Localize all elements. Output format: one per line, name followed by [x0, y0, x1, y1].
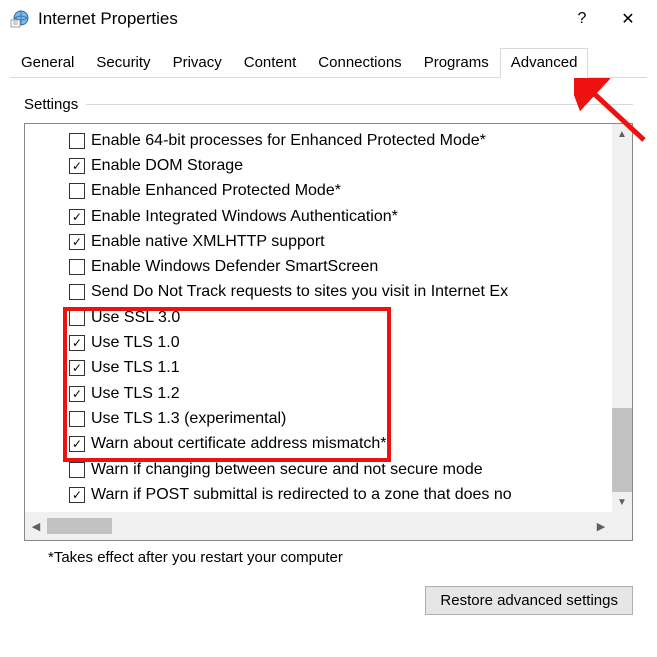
settings-label-text: Settings [24, 96, 78, 113]
checkbox[interactable] [69, 436, 85, 452]
setting-label: Enable native XMLHTTP support [91, 233, 325, 251]
internet-options-icon [10, 9, 30, 29]
restart-note: *Takes effect after you restart your com… [48, 549, 633, 566]
settings-groupbox-label: Settings [24, 96, 633, 113]
titlebar: Internet Properties ? ✕ [0, 0, 657, 38]
setting-item[interactable]: Enable Windows Defender SmartScreen [69, 254, 632, 279]
vertical-scrollbar[interactable]: ▲ ▼ [612, 124, 632, 512]
setting-label: Use TLS 1.2 [91, 385, 180, 403]
tab-panel-advanced: Settings Enable 64-bit processes for Enh… [0, 78, 657, 576]
setting-item[interactable]: Use TLS 1.3 (experimental) [69, 406, 632, 431]
setting-item[interactable]: Send Do Not Track requests to sites you … [69, 280, 632, 305]
tab-advanced[interactable]: Advanced [500, 48, 589, 77]
checkbox[interactable] [69, 133, 85, 149]
checkbox[interactable] [69, 411, 85, 427]
setting-label: Send Do Not Track requests to sites you … [91, 283, 508, 301]
scroll-left-arrow-icon[interactable]: ◀ [25, 512, 47, 540]
window-title: Internet Properties [38, 9, 559, 29]
hscroll-thumb[interactable] [47, 518, 112, 534]
vscroll-track[interactable] [612, 144, 632, 492]
setting-label: Use TLS 1.3 (experimental) [91, 410, 286, 428]
tab-programs[interactable]: Programs [413, 48, 500, 77]
scroll-up-arrow-icon[interactable]: ▲ [612, 124, 632, 144]
setting-item[interactable]: Enable native XMLHTTP support [69, 229, 632, 254]
scroll-down-arrow-icon[interactable]: ▼ [612, 492, 632, 512]
checkbox[interactable] [69, 310, 85, 326]
help-button[interactable]: ? [559, 4, 605, 34]
horizontal-scrollbar[interactable]: ◀ ▶ [25, 512, 612, 540]
setting-label: Use TLS 1.1 [91, 359, 180, 377]
tab-strip: General Security Privacy Content Connect… [0, 38, 657, 78]
restore-row: Restore advanced settings [0, 576, 657, 615]
window-controls: ? ✕ [559, 4, 651, 34]
setting-item[interactable]: Use TLS 1.2 [69, 381, 632, 406]
setting-label: Enable DOM Storage [91, 157, 243, 175]
groupbox-line [86, 104, 633, 105]
restore-advanced-settings-button[interactable]: Restore advanced settings [425, 586, 633, 615]
setting-label: Enable Enhanced Protected Mode* [91, 182, 341, 200]
setting-item[interactable]: Use SSL 3.0 [69, 305, 632, 330]
setting-item[interactable]: Use TLS 1.0 [69, 330, 632, 355]
setting-item[interactable]: Enable 64-bit processes for Enhanced Pro… [69, 128, 632, 153]
setting-item[interactable]: Use TLS 1.1 [69, 356, 632, 381]
checkbox[interactable] [69, 487, 85, 503]
checkbox[interactable] [69, 209, 85, 225]
setting-label: Warn if POST submittal is redirected to … [91, 486, 512, 504]
setting-item[interactable]: Enable Integrated Windows Authentication… [69, 204, 632, 229]
checkbox[interactable] [69, 386, 85, 402]
scrollbar-corner [612, 512, 632, 540]
checkbox[interactable] [69, 462, 85, 478]
checkbox[interactable] [69, 360, 85, 376]
settings-list: Enable 64-bit processes for Enhanced Pro… [25, 124, 632, 514]
tab-security[interactable]: Security [85, 48, 161, 77]
setting-item[interactable]: Enable Enhanced Protected Mode* [69, 179, 632, 204]
setting-label: Use TLS 1.0 [91, 334, 180, 352]
settings-listbox: Enable 64-bit processes for Enhanced Pro… [24, 123, 633, 541]
tab-content[interactable]: Content [233, 48, 308, 77]
setting-label: Use SSL 3.0 [91, 309, 180, 327]
setting-item[interactable]: Warn if changing between secure and not … [69, 457, 632, 482]
close-button[interactable]: ✕ [605, 4, 651, 34]
checkbox[interactable] [69, 183, 85, 199]
setting-label: Enable 64-bit processes for Enhanced Pro… [91, 132, 486, 150]
tab-privacy[interactable]: Privacy [162, 48, 233, 77]
checkbox[interactable] [69, 335, 85, 351]
scroll-right-arrow-icon[interactable]: ▶ [590, 512, 612, 540]
setting-label: Warn if changing between secure and not … [91, 461, 483, 479]
tab-connections[interactable]: Connections [307, 48, 412, 77]
checkbox[interactable] [69, 234, 85, 250]
checkbox[interactable] [69, 259, 85, 275]
checkbox[interactable] [69, 284, 85, 300]
setting-item[interactable]: Warn about certificate address mismatch* [69, 432, 632, 457]
setting-label: Enable Integrated Windows Authentication… [91, 208, 398, 226]
checkbox[interactable] [69, 158, 85, 174]
setting-label: Warn about certificate address mismatch* [91, 435, 387, 453]
setting-label: Enable Windows Defender SmartScreen [91, 258, 378, 276]
setting-item[interactable]: Warn if POST submittal is redirected to … [69, 482, 632, 507]
vscroll-thumb[interactable] [612, 408, 632, 492]
setting-item[interactable]: Enable DOM Storage [69, 153, 632, 178]
hscroll-track[interactable] [47, 512, 590, 540]
tab-general[interactable]: General [10, 48, 85, 77]
